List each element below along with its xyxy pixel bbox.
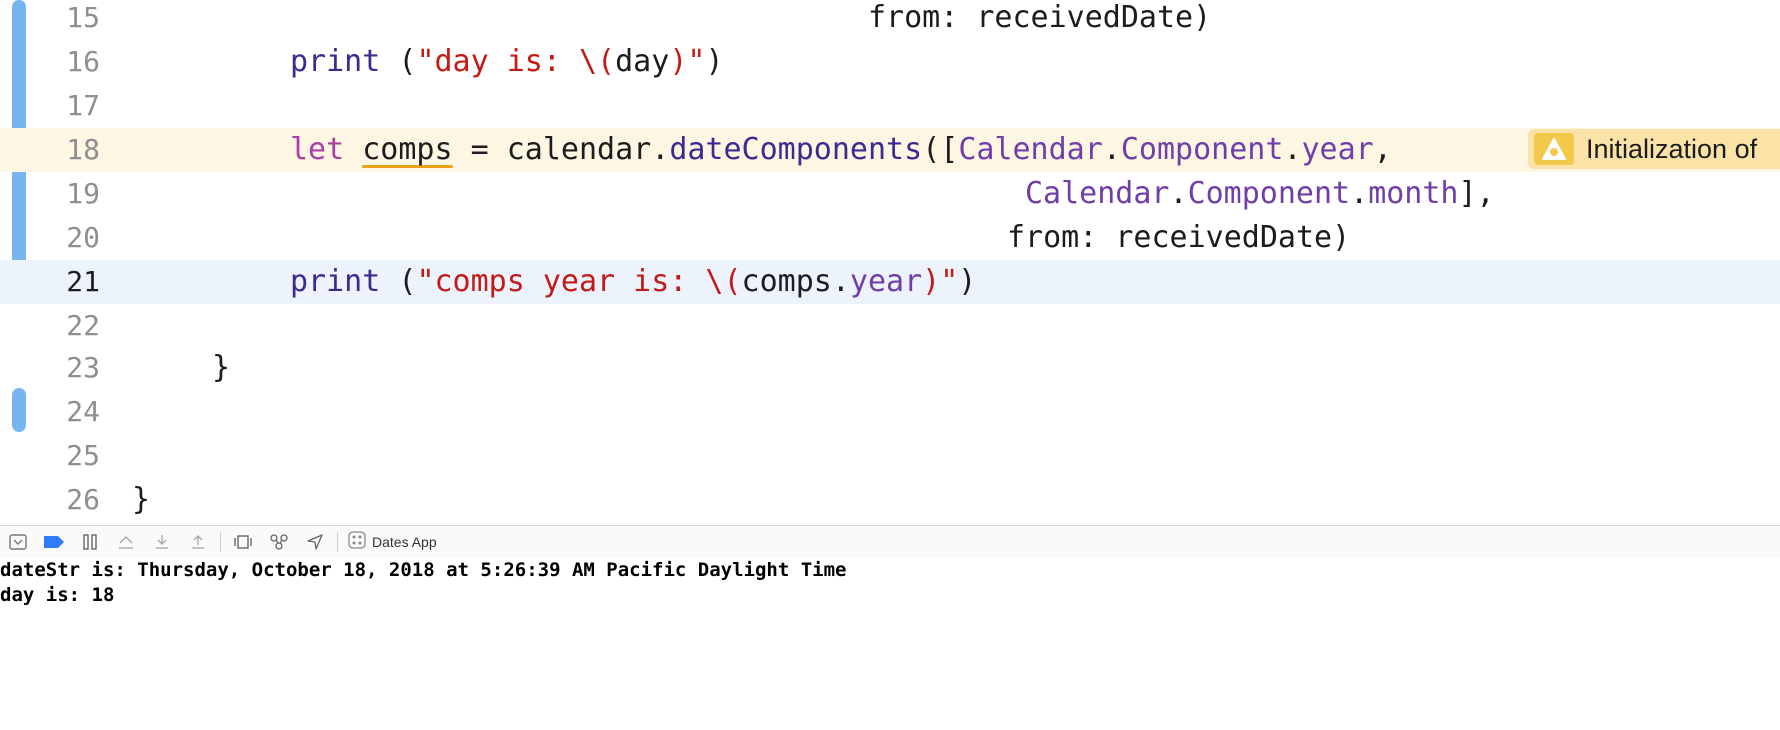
string-token: "comps year is: \(	[416, 264, 742, 299]
type-token: Component	[1120, 132, 1284, 167]
type-token: Calendar	[1025, 176, 1170, 211]
dot-token: .	[1283, 132, 1302, 167]
member-token: month	[1368, 176, 1459, 211]
code-editor[interactable]: 15 from: receivedDate) 16 print ("day is…	[0, 0, 1780, 525]
bracket-token: ],	[1458, 176, 1495, 211]
code-text: let comps = calendar.dateComponents([Cal…	[290, 128, 1392, 172]
code-line[interactable]: 26 }	[0, 478, 1780, 522]
breakpoints-toggle-icon[interactable]	[36, 526, 72, 558]
member-token: year	[1301, 132, 1374, 167]
string-token: )"	[922, 264, 959, 299]
code-text: }	[212, 350, 231, 385]
type-token: Calendar	[958, 132, 1103, 167]
line-number: 25	[66, 439, 100, 472]
step-into-icon[interactable]	[144, 526, 180, 558]
code-line[interactable]: 20 from: receivedDate)	[0, 216, 1780, 260]
code-text: }	[132, 482, 151, 517]
dot-token: .	[651, 132, 670, 167]
divider	[220, 532, 221, 552]
dot-token: .	[1169, 176, 1188, 211]
scheme-label: Dates App	[372, 534, 437, 550]
code-line[interactable]: 15 from: receivedDate)	[0, 0, 1780, 40]
debug-bar: Dates App	[0, 525, 1780, 559]
step-over-icon[interactable]	[108, 526, 144, 558]
line-number: 17	[66, 89, 100, 122]
code-line[interactable]: 24	[0, 390, 1780, 434]
code-text: print ("comps year is: \(comps.year)")	[290, 260, 976, 304]
code-line[interactable]: 19 Calendar.Component.month],	[0, 172, 1780, 216]
dot-token: .	[1102, 132, 1121, 167]
code-line[interactable]: 17	[0, 84, 1780, 128]
code-line[interactable]: 22	[0, 304, 1780, 348]
line-number: 20	[66, 221, 100, 254]
keyword-token: let	[290, 132, 345, 167]
line-number: 24	[66, 395, 100, 428]
dot-token: .	[831, 264, 850, 299]
line-number: 23	[66, 351, 100, 384]
divider	[337, 532, 338, 552]
line-number: 19	[66, 177, 100, 210]
simulate-location-icon[interactable]	[297, 526, 333, 558]
line-number: 21	[66, 265, 100, 298]
expr-token: day	[615, 44, 670, 79]
warning-triangle-icon	[1534, 133, 1574, 165]
warning-annotation[interactable]: Initialization of	[1528, 129, 1780, 169]
hide-debug-area-icon[interactable]	[0, 526, 36, 558]
code-line[interactable]: 16 print ("day is: \(day)")	[0, 40, 1780, 84]
code-text: print ("day is: \(day)")	[290, 40, 724, 84]
paren-token: ([	[922, 132, 959, 167]
object-token: calendar	[506, 132, 652, 167]
paren-token: )	[705, 44, 724, 79]
expr-token: comps	[741, 264, 832, 299]
code-text: from: receivedDate)	[868, 0, 1212, 35]
comma-token: ,	[1373, 132, 1392, 167]
scheme-icon	[348, 531, 366, 553]
console-line: day is: 18	[0, 584, 115, 606]
code-text: from: receivedDate)	[1007, 220, 1351, 255]
code-line[interactable]: 23 }	[0, 346, 1780, 390]
line-number: 15	[66, 1, 100, 34]
step-out-icon[interactable]	[180, 526, 216, 558]
line-number: 16	[66, 45, 100, 78]
function-token: print	[290, 44, 381, 79]
operator-token: =	[452, 132, 507, 167]
variable-token: comps	[362, 132, 453, 167]
line-number: 22	[66, 309, 100, 342]
line-number: 18	[66, 133, 100, 166]
string-token: "day is: \(	[416, 44, 616, 79]
dot-token: .	[1350, 176, 1369, 211]
scheme-selector[interactable]: Dates App	[348, 531, 437, 553]
function-token: print	[290, 264, 381, 299]
console-output[interactable]: dateStr is: Thursday, October 18, 2018 a…	[0, 558, 1780, 730]
warning-text: Initialization of	[1586, 133, 1758, 164]
line-number: 26	[66, 483, 100, 516]
paren-token: (	[380, 264, 417, 299]
string-token: )"	[669, 44, 706, 79]
paren-token: )	[958, 264, 977, 299]
code-line-current[interactable]: 21 print ("comps year is: \(comps.year)"…	[0, 260, 1780, 304]
code-line[interactable]: 25	[0, 434, 1780, 478]
paren-token: (	[380, 44, 417, 79]
pause-icon[interactable]	[72, 526, 108, 558]
method-token: dateComponents	[669, 132, 923, 167]
member-token: year	[849, 264, 923, 299]
code-line-warning[interactable]: 18 let comps = calendar.dateComponents([…	[0, 128, 1780, 172]
code-text: Calendar.Component.month],	[1025, 172, 1495, 216]
console-line: dateStr is: Thursday, October 18, 2018 a…	[0, 559, 847, 581]
type-token: Component	[1187, 176, 1351, 211]
memory-graph-icon[interactable]	[261, 526, 297, 558]
view-debugger-icon[interactable]	[225, 526, 261, 558]
